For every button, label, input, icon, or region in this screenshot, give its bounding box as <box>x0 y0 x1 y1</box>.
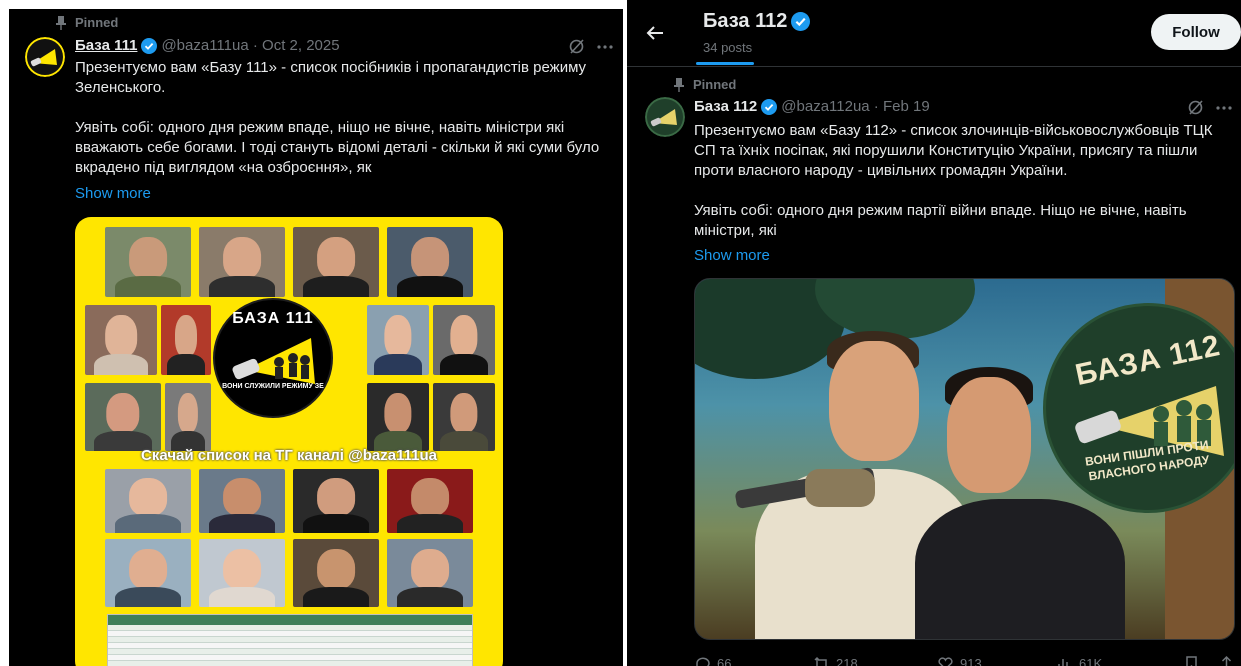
pinned-label: Pinned <box>75 15 119 30</box>
tweet-text-line: СП та їхніх посіпак, які порушили Консти… <box>694 142 1198 159</box>
right-profile-panel: База 112 34 posts Follow Pinned База 112… <box>627 0 1241 666</box>
spreadsheet-preview <box>107 614 473 666</box>
portrait-photo <box>387 539 473 607</box>
like-button[interactable]: 913 <box>937 655 1056 666</box>
handle-and-date[interactable]: @baza112ua · Feb 19 <box>781 98 929 115</box>
telegram-banner-text: Скачай список на ТГ каналі @baza111ua <box>141 447 437 464</box>
portrait-photo <box>105 227 191 297</box>
back-arrow-icon[interactable] <box>645 23 665 43</box>
author-name[interactable]: База 112 <box>694 98 757 115</box>
pinned-indicator: Pinned <box>55 15 118 30</box>
grok-icon[interactable] <box>568 38 585 55</box>
share-icon[interactable] <box>1218 655 1235 666</box>
tweet-text-line: Презентуємо вам «Базу 112» - список злоч… <box>694 122 1213 139</box>
tweet-text-line: вважають себе богами. І тоді стануть від… <box>75 139 600 156</box>
tweet-text-line: Уявіть собі: одного дня режим впаде, ніщ… <box>75 119 565 136</box>
portrait-photo <box>105 469 191 533</box>
portrait-photo <box>387 227 473 297</box>
portrait-photo <box>387 469 473 533</box>
portrait-photo <box>367 305 429 375</box>
verified-badge-icon <box>791 12 811 31</box>
portrait-photo <box>85 305 157 375</box>
more-icon[interactable] <box>597 44 613 49</box>
tweet-top-actions <box>1187 99 1232 116</box>
portrait-photo <box>85 383 161 451</box>
bookmark-share-group <box>1183 655 1235 666</box>
tweet-text-line: проти власного народу - цивільних громад… <box>694 162 1068 179</box>
figure-left-face <box>829 341 919 461</box>
pinned-indicator: Pinned <box>673 77 736 92</box>
bookmark-icon[interactable] <box>1183 655 1200 666</box>
views-button[interactable]: 61K <box>1056 655 1183 666</box>
portrait-photo <box>293 227 379 297</box>
tweet-text-line: вкрадено під виглядом «на озброєння», як <box>75 159 372 176</box>
active-tab-indicator <box>696 62 754 65</box>
portrait-photo <box>161 305 211 375</box>
grok-icon[interactable] <box>1187 99 1204 116</box>
flashlight-icon <box>232 338 315 384</box>
like-count: 913 <box>960 656 982 666</box>
pin-icon <box>56 15 66 30</box>
tweet-top-actions <box>568 38 613 55</box>
baza-112-avatar-icon <box>645 97 685 137</box>
like-icon <box>938 657 953 666</box>
handle-and-date[interactable]: @baza111ua · Oct 2, 2025 <box>161 37 339 54</box>
verified-badge-icon <box>761 98 778 115</box>
screenshot-stage: Pinned База 111 @baza111ua · Oct 2, 2025 <box>0 0 1241 666</box>
figure-right-face <box>947 377 1031 493</box>
reply-count: 66 <box>717 656 732 666</box>
profile-name-text: База 112 <box>703 10 788 32</box>
portrait-photo <box>293 539 379 607</box>
show-more-link[interactable]: Show more <box>694 247 770 264</box>
views-count: 61K <box>1079 656 1103 666</box>
portrait-photo <box>367 383 429 451</box>
portrait-photo <box>105 539 191 607</box>
portrait-photo <box>293 469 379 533</box>
header-divider <box>627 66 1241 67</box>
reply-icon <box>696 657 710 666</box>
portrait-photo <box>199 469 285 533</box>
post-count: 34 posts <box>703 40 753 55</box>
tweet-text-line: Презентуємо вам «Базу 111» - список посі… <box>75 59 587 76</box>
tweet-text-line: міністри, які <box>694 222 777 239</box>
logo-subtitle: ВОНИ СЛУЖИЛИ РЕЖИМУ ЗЕ <box>222 383 324 390</box>
portrait-photo <box>433 383 495 451</box>
reply-button[interactable]: 66 <box>694 655 813 666</box>
portrait-photo <box>199 539 285 607</box>
tweet-header: База 112 @baza112ua · Feb 19 <box>694 98 930 115</box>
avatar[interactable] <box>25 37 65 77</box>
tweet-text-line: Уявіть собі: одного дня режим партії вій… <box>694 202 1187 219</box>
views-icon <box>1058 659 1072 666</box>
tweet-header: База 111 @baza111ua · Oct 2, 2025 <box>75 37 340 54</box>
tweet-image-poster[interactable]: БАЗА 112 ВОНИ ПІШЛИ ПРОТИ ВЛАСНОГО НАРОД… <box>694 278 1235 640</box>
portrait-photo <box>433 305 495 375</box>
portrait-photo <box>165 383 211 451</box>
more-icon[interactable] <box>1216 105 1232 110</box>
tweet-image-collage[interactable]: БАЗА 111 ВОНИ СЛУЖИЛИ РЕЖИМУ ЗЕ Скачай с… <box>75 217 503 666</box>
repost-count: 218 <box>836 656 858 666</box>
tweet-text: Презентуємо вам «Базу 112» - список злоч… <box>694 121 1239 241</box>
profile-name: База 112 <box>703 10 811 33</box>
tweet-actions-row: 66 218 913 61K <box>694 655 1235 666</box>
baza-111-avatar-icon <box>25 37 65 77</box>
repost-icon <box>814 656 827 666</box>
portrait-photo <box>199 227 285 297</box>
left-tweet-panel: Pinned База 111 @baza111ua · Oct 2, 2025 <box>9 9 623 666</box>
author-name[interactable]: База 111 <box>75 37 137 54</box>
repost-button[interactable]: 218 <box>813 655 937 666</box>
baza-112-logo: БАЗА 112 ВОНИ ПІШЛИ ПРОТИ ВЛАСНОГО НАРОД… <box>1043 303 1234 513</box>
verified-badge-icon <box>141 37 158 54</box>
avatar[interactable] <box>645 97 685 137</box>
figure-right-suit <box>915 499 1125 639</box>
tweet-text: Презентуємо вам «Базу 111» - список посі… <box>75 58 615 178</box>
baza-111-logo: БАЗА 111 ВОНИ СЛУЖИЛИ РЕЖИМУ ЗЕ <box>213 298 333 418</box>
tweet-text-line: Зеленського. <box>75 79 166 96</box>
show-more-link[interactable]: Show more <box>75 185 151 202</box>
pinned-label: Pinned <box>693 77 737 92</box>
pin-icon <box>674 77 684 92</box>
follow-button[interactable]: Follow <box>1151 14 1241 50</box>
